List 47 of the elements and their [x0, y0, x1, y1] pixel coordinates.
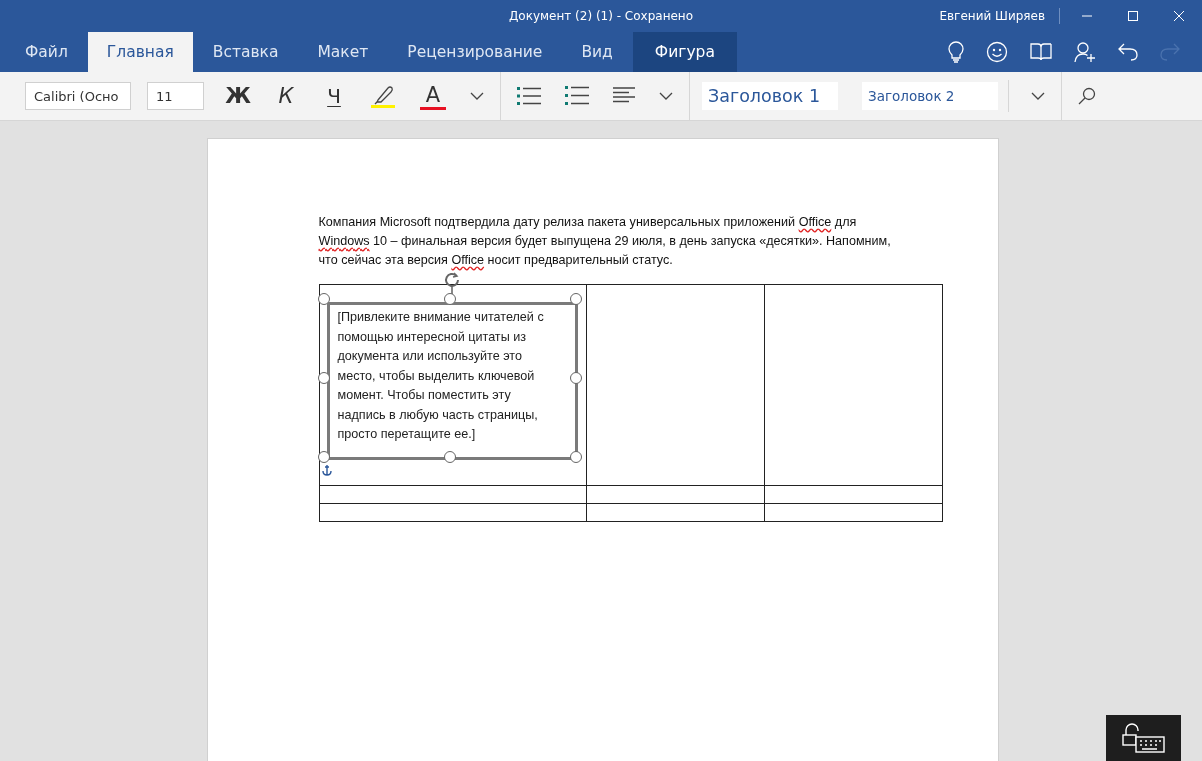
touch-keyboard-button[interactable] — [1106, 715, 1181, 761]
ribbon-tab[interactable]: Макет — [298, 32, 388, 72]
numbered-list-icon[interactable] — [565, 85, 589, 107]
italic-button[interactable]: К — [262, 84, 310, 108]
resize-handle[interactable] — [569, 451, 582, 463]
ribbon-tab[interactable]: Главная — [87, 32, 193, 72]
lightbulb-icon[interactable] — [948, 41, 964, 63]
anchor-icon — [321, 464, 332, 476]
close-icon — [1173, 10, 1185, 22]
chevron-down-icon[interactable] — [1031, 92, 1045, 100]
text-box-text: [Привлеките внимание читателей с помощью интересной цитаты из документа или используйте это место, чтобы выделить ключевой момент. Чтобы поместить эту надпись в любую часть страницы, просто перетащите ее.] — [336, 309, 545, 443]
style-option[interactable]: Заголовок 1 — [702, 82, 838, 110]
font-field[interactable]: Calibri (Осно — [25, 82, 131, 110]
resize-handle[interactable] — [443, 451, 456, 463]
bullet-list-icon[interactable] — [517, 86, 541, 106]
user-name[interactable]: Евгений Ширяев — [939, 9, 1045, 23]
underline-button[interactable]: Ч — [310, 84, 358, 108]
highlighter-icon[interactable] — [370, 83, 396, 109]
style-option[interactable]: Заголовок 2 — [862, 82, 998, 110]
search-icon[interactable] — [1078, 87, 1096, 105]
font-size-field[interactable]: 11 — [147, 82, 204, 110]
ribbon-tab[interactable]: Вставка — [193, 32, 298, 72]
ribbon-tab[interactable]: Вид — [562, 32, 632, 72]
chevron-down-icon[interactable] — [659, 92, 673, 100]
resize-handle[interactable] — [569, 293, 582, 305]
keyboard-icon — [1121, 723, 1166, 753]
chevron-down-icon[interactable] — [470, 92, 484, 100]
resize-handle[interactable] — [443, 293, 456, 305]
rotate-handle-icon[interactable] — [443, 272, 460, 288]
text-box[interactable] — [326, 302, 578, 460]
resize-handle[interactable] — [569, 372, 582, 384]
font-color-button[interactable]: A — [420, 82, 446, 110]
resize-handle[interactable] — [317, 372, 330, 384]
maximize-icon — [1127, 10, 1139, 22]
resize-handle[interactable] — [317, 293, 330, 305]
ribbon-tab[interactable]: Рецензирование — [388, 32, 562, 72]
book-icon[interactable] — [1030, 43, 1052, 61]
align-left-icon[interactable] — [613, 87, 635, 105]
ribbon-tab[interactable]: Файл — [6, 32, 87, 72]
smiley-icon[interactable] — [986, 41, 1008, 63]
paragraph: Компания Microsoft подтвердила дату релиза пакета универсальных приложений Office для Windows 10 – финальная версия будет выпущена 29 июля, в день запуска «десятки». Напомним, что сейчас эта версия Office носит предварительный статус. — [318, 214, 892, 269]
ribbon-tab[interactable]: Фигура — [632, 32, 737, 72]
window-title: Документ (2) (1) - Сохранено — [508, 9, 694, 23]
undo-icon[interactable] — [1118, 43, 1138, 61]
resize-handle[interactable] — [317, 451, 330, 463]
add-person-icon[interactable] — [1074, 41, 1096, 63]
bold-button[interactable]: Ж — [214, 84, 262, 108]
